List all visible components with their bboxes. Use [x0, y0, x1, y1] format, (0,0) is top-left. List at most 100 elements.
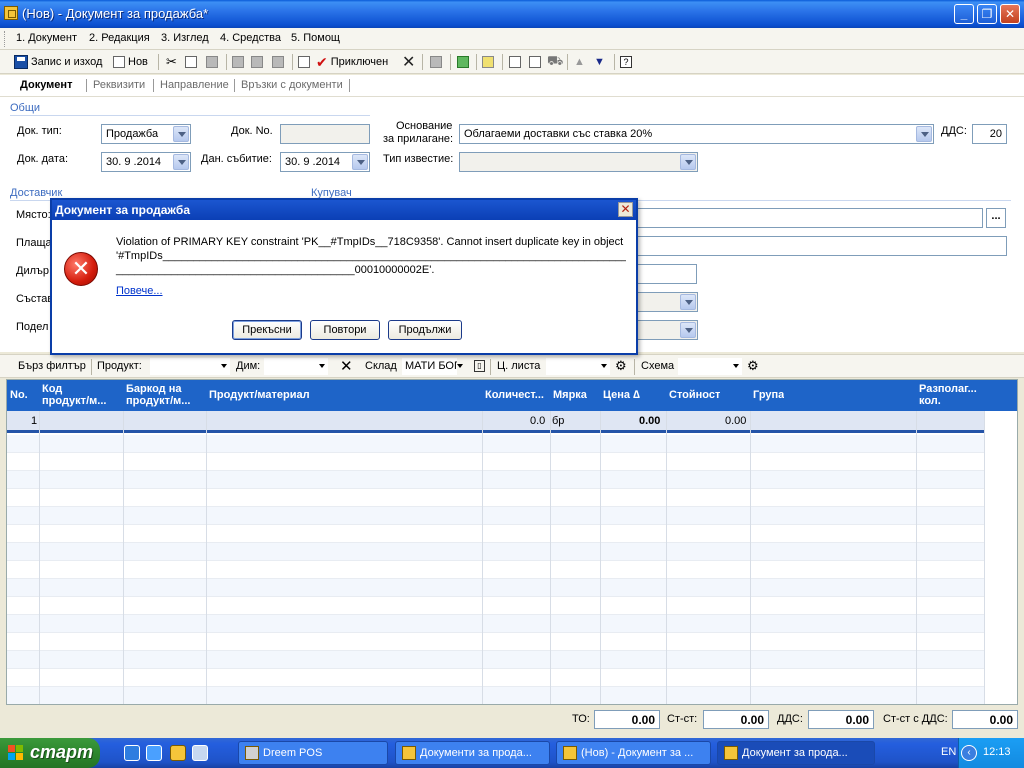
col-header-qty[interactable]: Количест... — [485, 389, 544, 401]
scheme-settings-icon[interactable]: ⚙ — [747, 358, 759, 374]
print-button[interactable] — [232, 53, 244, 71]
chevron-left-icon[interactable]: ‹ — [961, 745, 977, 761]
division-select[interactable] — [630, 320, 698, 340]
chevron-down-icon[interactable] — [173, 154, 189, 170]
chevron-down-icon[interactable] — [221, 364, 227, 368]
tax-event-picker[interactable]: 30. 9 .2014 — [280, 152, 370, 172]
minimize-button[interactable]: _ — [954, 4, 974, 24]
start-button[interactable]: старт — [0, 738, 100, 768]
tab-document-links[interactable]: Връзки с документи — [241, 79, 343, 91]
refresh-button[interactable] — [457, 53, 469, 71]
cell-value[interactable]: 0.00 — [725, 415, 746, 427]
cell-qty[interactable]: 0.0 — [530, 415, 545, 427]
menu-help[interactable]: 5. Помощ — [291, 32, 340, 44]
vat-field[interactable]: 20 — [972, 124, 1007, 144]
compiled-select[interactable] — [630, 292, 698, 312]
continue-button[interactable]: Продължи — [388, 320, 462, 340]
col-header-product[interactable]: Продукт/материал — [209, 389, 310, 401]
print-preview-button[interactable] — [251, 53, 263, 71]
edit-doc-button[interactable] — [298, 53, 310, 71]
cell-no[interactable]: 1 — [31, 415, 37, 427]
col-header-price[interactable]: Цена ∆ — [603, 389, 640, 401]
cart-button[interactable]: ⛟ — [547, 53, 563, 71]
taskbar-item-sales-documents[interactable]: Документи за прода... — [395, 741, 550, 765]
col-header-value[interactable]: Стойност — [669, 389, 720, 401]
abort-button[interactable]: Прекъсни — [232, 320, 302, 340]
app-icon[interactable] — [4, 6, 18, 20]
buyer-payment-field[interactable] — [630, 236, 1007, 256]
filter-separator — [634, 359, 635, 375]
menu-document[interactable]: 1. Документ — [16, 32, 77, 44]
chevron-down-icon[interactable] — [916, 126, 932, 142]
chevron-down-icon[interactable] — [319, 364, 325, 368]
star-button[interactable] — [482, 53, 494, 71]
dialog-close-button[interactable]: ✕ — [618, 202, 633, 217]
move-up-button[interactable]: ▲ — [574, 53, 585, 71]
doc-no-field[interactable] — [280, 124, 370, 144]
tax-event-label: Дан. събитие: — [201, 153, 272, 165]
tab-requisites[interactable]: Реквизити — [93, 79, 145, 91]
product-filter-input[interactable] — [150, 358, 230, 375]
chevron-down-icon[interactable] — [601, 364, 607, 368]
menu-edit[interactable]: 2. Редакция — [89, 32, 150, 44]
pricelist-settings-icon[interactable]: ⚙ — [615, 358, 627, 374]
menu-view[interactable]: 3. Изглед — [161, 32, 209, 44]
col-header-group[interactable]: Група — [753, 389, 784, 401]
items-grid[interactable]: No. Код продукт/м... Баркод на продукт/м..… — [6, 379, 1018, 705]
chevron-down-icon[interactable] — [680, 322, 696, 338]
menu-tools[interactable]: 4. Средства — [220, 32, 281, 44]
chevron-down-icon[interactable] — [733, 364, 739, 368]
finished-button[interactable]: ✔ Приключен — [316, 53, 388, 71]
more-details-link[interactable]: Повече... — [116, 285, 163, 297]
basis-select[interactable]: Облагаеми доставки със ставка 20% — [459, 124, 934, 144]
buyer-place-field[interactable] — [630, 208, 983, 228]
table-row[interactable]: 1 0.0 бр 0.00 0.00 — [7, 411, 985, 433]
cell-unit[interactable]: бр — [552, 415, 564, 427]
chevron-down-icon[interactable] — [680, 294, 696, 310]
chevron-down-icon[interactable] — [680, 154, 696, 170]
tab-direction[interactable]: Направление — [160, 79, 229, 91]
new-button[interactable]: Нов — [113, 53, 148, 71]
col-header-unit[interactable]: Мярка — [553, 389, 587, 401]
warehouse-lookup-icon[interactable]: ▯ — [474, 360, 485, 372]
delete-button[interactable]: ✕ — [402, 53, 415, 71]
export-button[interactable] — [272, 53, 284, 71]
ie-icon[interactable] — [124, 745, 140, 761]
chevron-down-icon[interactable] — [173, 126, 189, 142]
taskbar-item-dreem-pos[interactable]: Dreem POS — [238, 741, 388, 765]
chevron-down-icon[interactable] — [352, 154, 368, 170]
warehouse-select[interactable]: МАТИ БОГ — [402, 358, 457, 375]
doc-date-picker[interactable]: 30. 9 .2014 — [101, 152, 191, 172]
paste-button[interactable] — [206, 53, 218, 71]
notice-type-label: Тип известие: — [383, 153, 454, 165]
col-header-code[interactable]: Код продукт/м... — [42, 383, 106, 407]
clear-filter-icon[interactable]: ✕ — [340, 357, 353, 375]
move-down-button[interactable]: ▼ — [594, 53, 605, 71]
col-header-barcode[interactable]: Баркод на продукт/м... — [126, 383, 190, 407]
tab-document[interactable]: Документ — [20, 79, 72, 91]
messenger-icon[interactable] — [192, 745, 208, 761]
app-shortcut-icon[interactable] — [170, 745, 186, 761]
buyer-dealer-field[interactable] — [630, 264, 697, 284]
col-header-no[interactable]: No. — [10, 389, 28, 401]
cell-price[interactable]: 0.00 — [639, 415, 660, 427]
list-button[interactable] — [430, 53, 442, 71]
chevron-down-icon[interactable] — [457, 364, 463, 368]
save-exit-button[interactable]: Запис и изход — [14, 53, 102, 71]
notice-type-select[interactable] — [459, 152, 698, 172]
copy-doc-button[interactable] — [509, 53, 521, 71]
copy-button[interactable] — [185, 53, 197, 71]
language-indicator[interactable]: EN — [941, 746, 956, 758]
help-button[interactable]: ? — [620, 53, 632, 71]
blank-doc-button[interactable] — [529, 53, 541, 71]
retry-button[interactable]: Повтори — [310, 320, 380, 340]
taskbar-item-sales-document[interactable]: Документ за прода... — [717, 741, 875, 765]
browser-icon[interactable] — [146, 745, 162, 761]
cut-button[interactable]: ✂ — [166, 53, 177, 71]
doc-type-select[interactable]: Продажба — [101, 124, 191, 144]
close-button[interactable]: ✕ — [1000, 4, 1020, 24]
browse-button[interactable]: ... — [986, 208, 1006, 228]
taskbar-item-new-sales-document[interactable]: (Нов) - Документ за ... — [556, 741, 711, 765]
col-header-available[interactable]: Разполаг... кол. — [919, 383, 977, 407]
restore-button[interactable]: ❐ — [977, 4, 997, 24]
